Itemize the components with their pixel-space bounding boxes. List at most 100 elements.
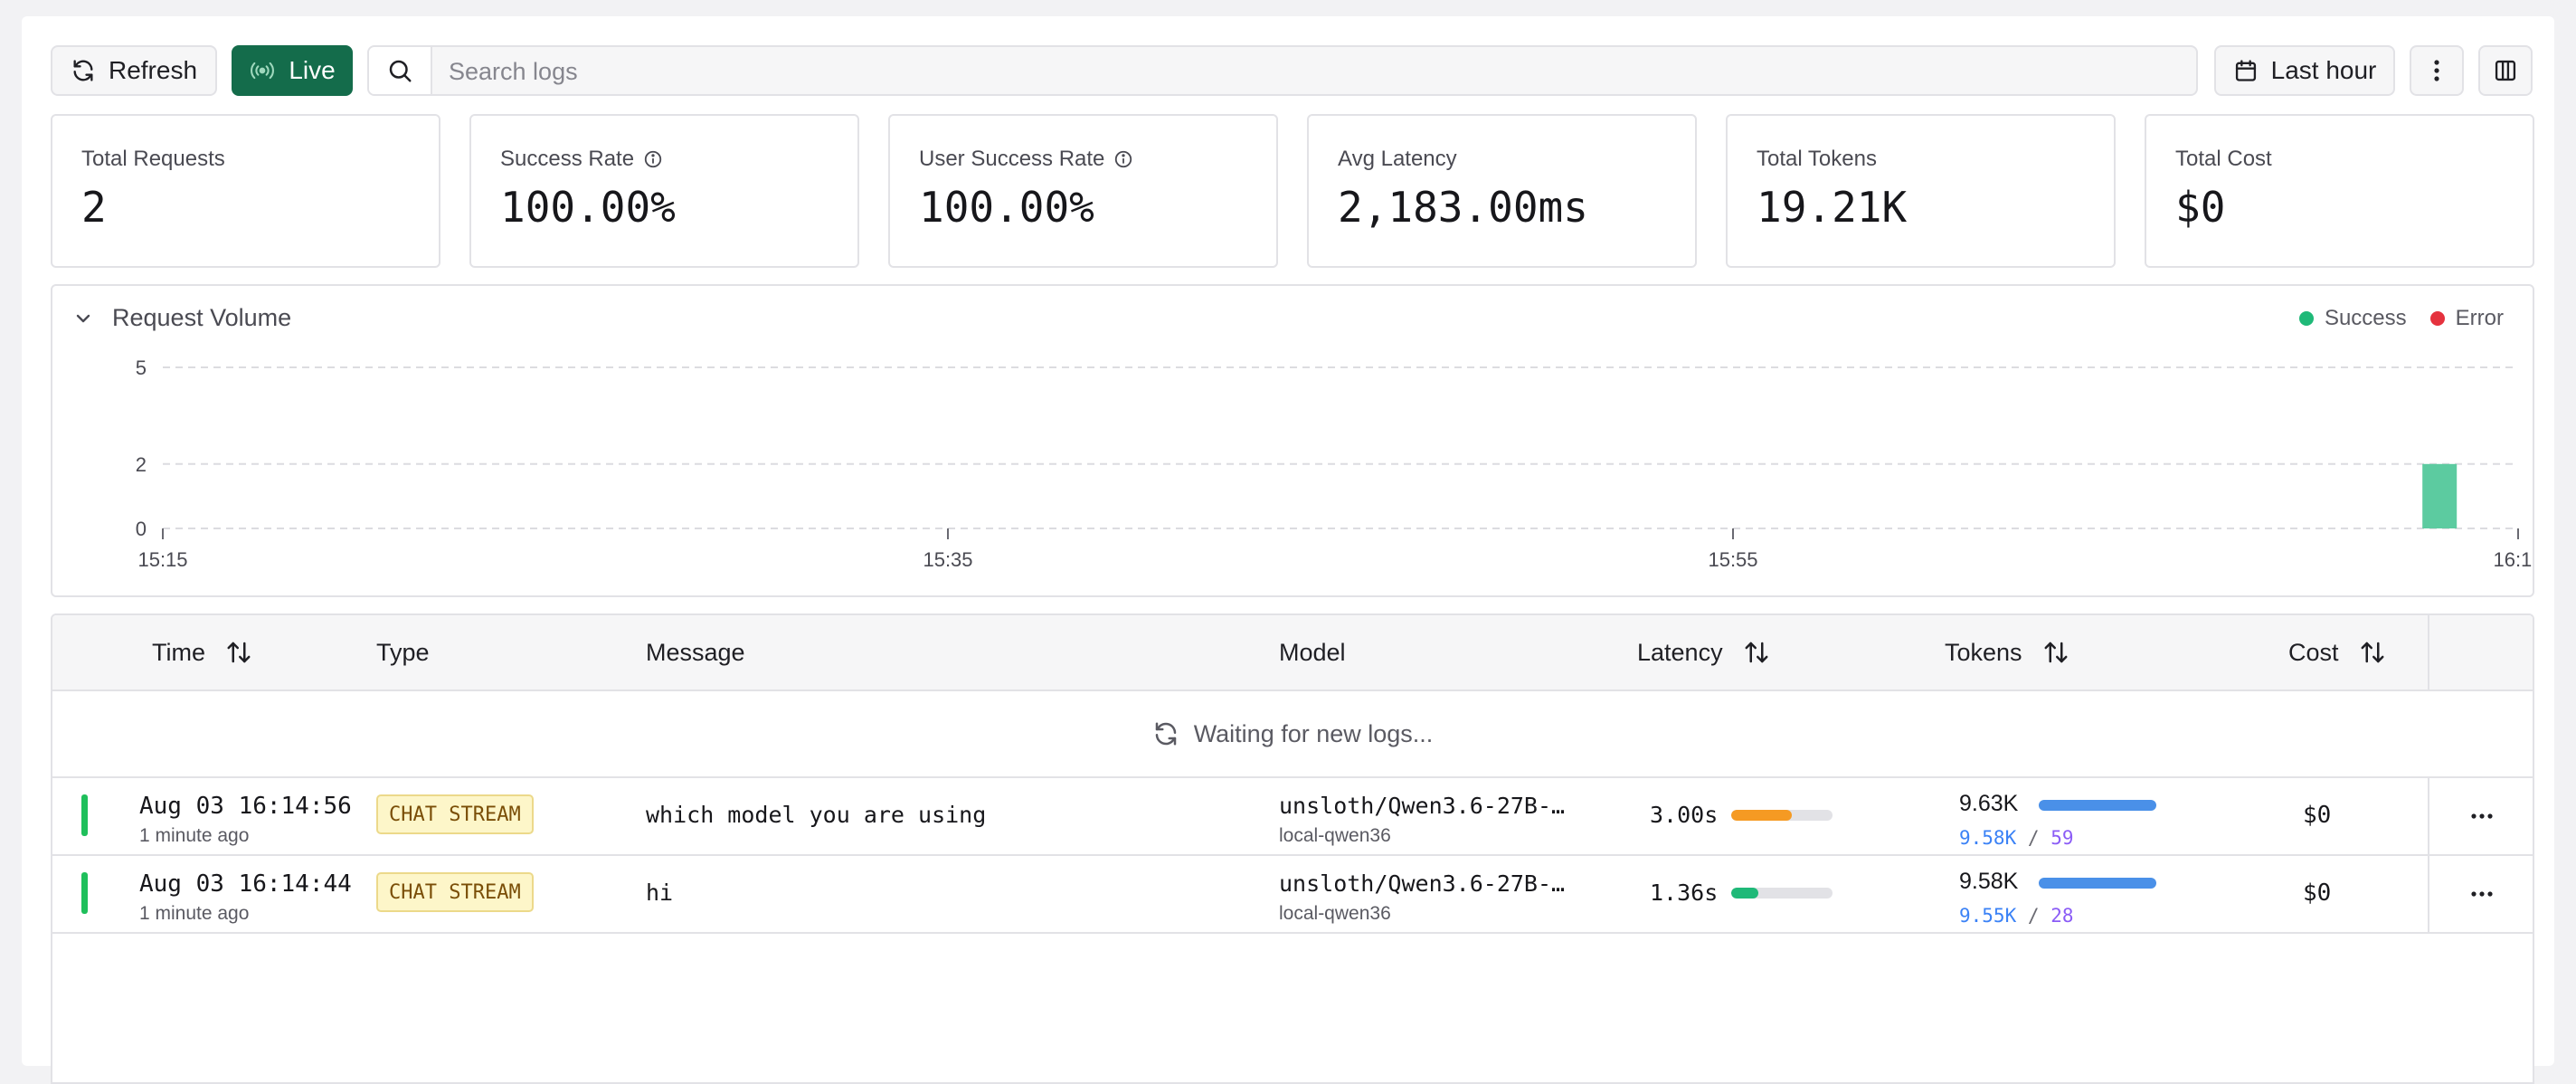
logs-page: Refresh Live Last hour (22, 16, 2554, 1084)
tokens-in: 9.58K (1959, 827, 2017, 849)
row-model: unsloth/Qwen3.6-27B-… (1279, 870, 1566, 897)
stat-value: 100.00% (919, 183, 1094, 232)
tokens-separator: / (2027, 905, 2040, 927)
row-actions-button[interactable] (2428, 778, 2533, 854)
sort-icon[interactable] (2042, 639, 2069, 666)
stat-value: $0 (2175, 183, 2226, 232)
more-horizontal-icon (2471, 813, 2493, 819)
refresh-button[interactable]: Refresh (51, 45, 217, 96)
tokens-separator: / (2027, 827, 2040, 849)
row-message: which model you are using (646, 802, 987, 828)
search-box (367, 45, 2205, 96)
sort-icon[interactable] (225, 639, 252, 666)
search-icon (369, 47, 432, 94)
tokens-in: 9.55K (1959, 905, 2017, 927)
row-relative-time: 1 minute ago (139, 825, 250, 846)
stat-card-total-cost: Total Cost $0 (2145, 114, 2534, 268)
row-cost: $0 (2303, 880, 2332, 907)
legend-item-success: Success (2298, 306, 2407, 331)
refresh-icon (1155, 722, 1176, 746)
row-message: hi (646, 880, 674, 906)
stat-card-total-tokens: Total Tokens 19.21K (1726, 114, 2116, 268)
legend-label: Error (2455, 306, 2504, 330)
logs-table: Time Type Message Model Latency Tokens C… (51, 613, 2534, 1084)
broadcast-icon (251, 62, 275, 80)
stat-label: Success Rate (500, 147, 663, 172)
row-time: Aug 03 16:14:56 (139, 793, 352, 820)
row-latency: 1.36s (1650, 880, 1719, 906)
more-vertical-icon (2434, 60, 2439, 81)
stat-label: Total Requests (81, 147, 225, 171)
latency-bar (1731, 810, 1833, 821)
y-tick-label: 0 (136, 518, 147, 540)
time-range-button[interactable]: Last hour (2214, 45, 2395, 96)
latency-bar-fill (1731, 888, 1759, 899)
stat-card-total-requests: Total Requests 2 (51, 114, 440, 268)
more-options-button[interactable] (2410, 45, 2464, 96)
time-range-label: Last hour (2270, 56, 2377, 84)
y-tick-label: 5 (136, 357, 147, 379)
row-model: unsloth/Qwen3.6-27B-… (1279, 793, 1566, 819)
more-horizontal-icon (2471, 891, 2493, 897)
stat-card-user-success-rate: User Success Rate 100.00% (888, 114, 1278, 268)
refresh-label: Refresh (108, 56, 198, 84)
column-header-message: Message (646, 638, 745, 666)
chevron-down-icon[interactable] (72, 308, 94, 329)
columns-button[interactable] (2478, 45, 2533, 96)
x-tick-label: 15:35 (923, 548, 972, 571)
stats-row: Total Requests 2 Success Rate 100.00% Us… (51, 114, 2534, 268)
request-volume-title: Request Volume (112, 304, 292, 331)
column-header-tokens[interactable]: Tokens (1945, 615, 2069, 689)
row-time: Aug 03 16:14:44 (139, 870, 352, 898)
column-header-cost[interactable]: Cost (2288, 615, 2386, 689)
stat-value: 100.00% (500, 183, 676, 232)
request-volume-panel: 5 2 0 15:15 15:35 15:55 16:15 Request Volume S… (51, 284, 2534, 597)
row-cost: $0 (2303, 802, 2332, 829)
success-dot-icon (2298, 311, 2314, 326)
stat-label: Avg Latency (1338, 147, 1457, 171)
stat-value: 2 (81, 183, 107, 232)
sort-icon[interactable] (1743, 639, 1770, 666)
waiting-text: Waiting for new logs... (1193, 719, 1434, 747)
table-header: Time Type Message Model Latency Tokens C… (52, 615, 2533, 691)
tokens-out: 28 (2050, 905, 2074, 927)
legend-item-error: Error (2429, 306, 2504, 331)
column-header-time[interactable]: Time (152, 615, 252, 689)
type-badge: CHAT STREAM (376, 794, 534, 834)
request-volume-chart: 5 2 0 15:15 15:35 15:55 16:15 (136, 357, 2533, 571)
table-row[interactable]: Aug 03 16:14:44 1 minute ago CHAT STREAM… (52, 856, 2533, 934)
stat-card-avg-latency: Avg Latency 2,183.00ms (1307, 114, 1697, 268)
chart-legend: Success Error (2298, 306, 2504, 331)
stat-card-success-rate: Success Rate 100.00% (469, 114, 859, 268)
error-dot-icon (2429, 311, 2445, 326)
stat-value: 2,183.00ms (1338, 183, 1588, 232)
sort-icon[interactable] (2359, 639, 2386, 666)
toolbar: Refresh Live Last hour (51, 45, 2533, 98)
stat-label: Total Tokens (1757, 147, 1877, 171)
x-tick-label: 16:15 (2493, 548, 2533, 571)
live-toggle-button[interactable]: Live (232, 45, 353, 96)
calendar-icon (2235, 60, 2256, 81)
column-header-type: Type (376, 638, 430, 666)
latency-bar (1731, 888, 1833, 899)
type-badge: CHAT STREAM (376, 872, 534, 912)
info-icon[interactable] (643, 149, 663, 169)
columns-icon (2495, 60, 2516, 81)
table-row[interactable]: Aug 03 16:14:56 1 minute ago CHAT STREAM… (52, 778, 2533, 856)
row-relative-time: 1 minute ago (139, 903, 250, 924)
tokens-bar (2039, 878, 2156, 889)
row-actions-button[interactable] (2428, 856, 2533, 932)
column-header-actions (2428, 615, 2533, 689)
stat-value: 19.21K (1757, 183, 1908, 232)
latency-bar-fill (1731, 810, 1793, 821)
column-header-model: Model (1279, 638, 1346, 666)
live-label: Live (289, 56, 336, 84)
stat-label: Total Cost (2175, 147, 2272, 171)
status-indicator (81, 872, 88, 914)
y-tick-label: 2 (136, 453, 147, 476)
waiting-indicator: Waiting for new logs... (52, 691, 2533, 778)
info-icon[interactable] (1113, 149, 1133, 169)
status-indicator (81, 794, 88, 836)
search-input[interactable] (432, 47, 2205, 96)
column-header-latency[interactable]: Latency (1637, 615, 1770, 689)
